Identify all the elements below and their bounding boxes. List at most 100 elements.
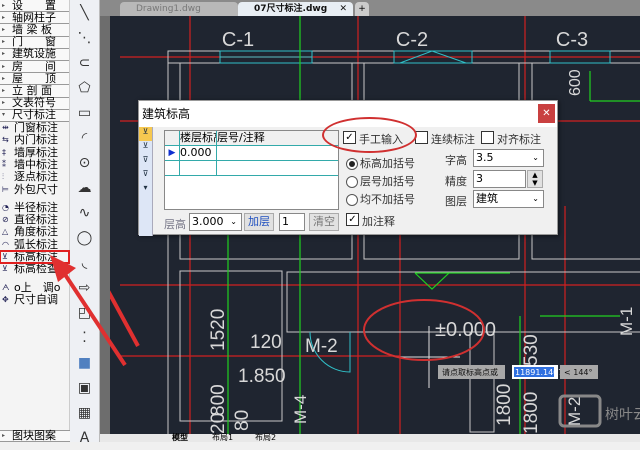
pentagon-icon[interactable]: ⬠ xyxy=(70,75,99,100)
tab-model[interactable]: 模型 xyxy=(172,434,188,442)
layout-tabs: 模型 布局1 布局2 xyxy=(100,434,640,442)
dim-menu-item[interactable]: ✥ 尺寸自调 xyxy=(0,293,69,306)
expand-icon: ▸ xyxy=(2,1,6,9)
collapse-icon: ▾ xyxy=(2,111,6,119)
add-note-checkbox[interactable]: ✓ xyxy=(346,213,359,226)
radio-floor-bracket[interactable]: 层号加括号 xyxy=(346,173,415,189)
door-label: M-2 xyxy=(305,336,338,357)
annotation-ellipse xyxy=(322,117,417,153)
dim-text: 1.850 xyxy=(238,366,286,387)
floor-count-input[interactable]: 1 xyxy=(279,213,305,231)
dim-text: 120 xyxy=(250,332,282,353)
radio-elevation-bracket[interactable]: 标高加括号 xyxy=(346,155,415,171)
elevation-style-icon[interactable]: ▾ xyxy=(139,183,152,197)
left-menu-panel: ▸ 设 置 ▸ 轴网柱子 ▸ 墙 梁 板 ▸ 门 窗 ▸ 建筑设施 ▸ 房 间 ▸ 屋 顶 ▸ 立 剖 面 ▸ 文… xyxy=(0,0,70,442)
dim-menu-item[interactable]: ⇆ 内门标注 xyxy=(0,134,69,146)
precision-input[interactable]: 3 xyxy=(473,170,526,188)
circle-icon[interactable]: ⊙ xyxy=(70,150,99,175)
align-checkbox[interactable] xyxy=(481,131,494,144)
command-prompt: 请点取标高点或 xyxy=(442,367,498,377)
dim-tool-icon: ⊻ xyxy=(2,251,8,261)
expand-icon: ▸ xyxy=(2,74,6,82)
expand-icon: ▸ xyxy=(2,431,6,439)
chevron-down-icon: ⌄ xyxy=(532,153,539,162)
dim-text: 20 xyxy=(208,413,229,434)
dim-text: 80 xyxy=(232,410,253,431)
dim-text: 1800 xyxy=(494,384,515,426)
window-label: C-1 xyxy=(222,29,254,51)
dim-text: 1800 xyxy=(521,392,542,434)
tab-layout2[interactable]: 布局2 xyxy=(255,434,276,442)
text-height-select[interactable]: 3.5 ⌄ xyxy=(473,149,544,167)
arc-polyline-icon[interactable]: ⊂ xyxy=(70,50,99,75)
dim-tool-icon: ‡ xyxy=(2,147,6,157)
table-row[interactable]: ▶ 0.000 xyxy=(165,146,338,161)
expand-icon: ▸ xyxy=(2,13,6,21)
tab-drawing1[interactable]: Drawing1.dwg xyxy=(120,2,238,16)
dim-tool-icon: ◠ xyxy=(2,239,9,249)
arc-icon[interactable]: ◜ xyxy=(70,125,99,150)
close-button[interactable]: ✕ xyxy=(538,104,555,123)
window-label: C-3 xyxy=(556,29,588,51)
ellipse-arc-icon[interactable]: ◟ xyxy=(70,250,99,275)
close-tab-icon[interactable]: ✕ xyxy=(339,2,347,16)
insert-block-icon[interactable]: ⇨ xyxy=(70,275,99,300)
mtext-icon[interactable]: A xyxy=(70,425,99,450)
elevation-table[interactable]: 楼层标高层号/注释 ▶0.000 xyxy=(164,130,339,210)
cloud-icon[interactable]: ☁ xyxy=(70,175,99,200)
tab-layout1[interactable]: 布局1 xyxy=(212,434,233,442)
polyline-icon[interactable]: ⋱ xyxy=(70,25,99,50)
dim-menu-item[interactable]: ⊻ 标高检查 xyxy=(0,263,69,275)
expand-icon: ▸ xyxy=(2,38,6,46)
coordinate-input[interactable]: 11891.1467 xyxy=(515,368,563,377)
elevation-style-icon[interactable]: ⊻ xyxy=(139,141,152,155)
watermark-text: 树叶云 xyxy=(605,407,640,423)
region-icon[interactable]: ▣ xyxy=(70,375,99,400)
dim-menu-item[interactable]: ⊨ 外包尺寸 xyxy=(0,183,69,195)
hatch-icon[interactable]: ■ xyxy=(70,350,99,375)
precision-spinner[interactable]: ▲ ▼ xyxy=(527,170,543,188)
rectangle-icon[interactable]: ▭ xyxy=(70,100,99,125)
dim-menu-item[interactable]: ‡ 墙厚标注 xyxy=(0,146,69,158)
row-pointer-icon: ▶ xyxy=(165,146,180,160)
chevron-down-icon: ⌄ xyxy=(532,194,539,203)
dim-menu-item[interactable]: ᗅ o上 调o xyxy=(0,281,69,293)
dim-tool-icon: ⊘ xyxy=(2,215,9,225)
file-tabs: Drawing1.dwg 07尺寸标注.dwg ✕ + xyxy=(100,0,640,16)
dim-tool-icon: ⁑ xyxy=(2,159,6,169)
dim-tool-icon: ⊻ xyxy=(2,264,8,274)
expand-icon: ▸ xyxy=(2,99,6,107)
dim-tool-icon: ᗅ xyxy=(2,282,10,292)
window-label: C-2 xyxy=(396,29,428,51)
dim-text: 600 xyxy=(567,69,584,96)
table-icon[interactable]: ▦ xyxy=(70,400,99,425)
dim-tool-icon: △ xyxy=(2,227,9,237)
elevation-style-icon[interactable]: ⊻ xyxy=(139,127,152,141)
spline-icon[interactable]: ∿ xyxy=(70,200,99,225)
dim-text: 530 xyxy=(521,334,542,366)
ellipse-icon[interactable]: ◯ xyxy=(70,225,99,250)
continuous-checkbox[interactable] xyxy=(415,131,428,144)
point-icon[interactable]: ⁚ xyxy=(70,325,99,350)
dim-menu-item[interactable]: ◠ 弧长标注 xyxy=(0,238,69,251)
table-row[interactable] xyxy=(165,161,338,176)
radio-no-bracket[interactable]: 均不加括号 xyxy=(346,191,415,207)
layer-select[interactable]: 建筑 ⌄ xyxy=(473,190,544,208)
add-floor-button[interactable]: 加层 xyxy=(244,213,274,231)
chevron-down-icon: ⌄ xyxy=(230,217,237,226)
tab-07-dim[interactable]: 07尺寸标注.dwg ✕ xyxy=(238,2,353,16)
elevation-dialog: 建筑标高✕ ⊻ ⊻ ⊽ ⊽ ▾ 楼层标高层号/注释 ▶0.000 ✓ 手工输入 … xyxy=(138,100,558,236)
clear-button[interactable]: 清空 xyxy=(309,213,339,231)
menu-block-pattern[interactable]: ▸ 图块图案 xyxy=(0,429,70,442)
door-label: M-1 xyxy=(617,307,636,336)
dim-text: 1520 xyxy=(208,309,229,351)
dim-menu-item[interactable]: ⫶ 逐点标注 xyxy=(0,171,69,183)
floor-height-select[interactable]: 3.000 ⌄ xyxy=(189,213,242,231)
dim-menu-item[interactable]: △ 角度标注 xyxy=(0,226,69,238)
make-block-icon[interactable]: ◰ xyxy=(70,300,99,325)
new-tab-button[interactable]: + xyxy=(355,2,369,16)
door-label: M-2 xyxy=(565,397,584,426)
elevation-style-icon[interactable]: ⊽ xyxy=(139,169,152,183)
elevation-style-icon[interactable]: ⊽ xyxy=(139,155,152,169)
line-icon[interactable]: ╲ xyxy=(70,0,99,25)
